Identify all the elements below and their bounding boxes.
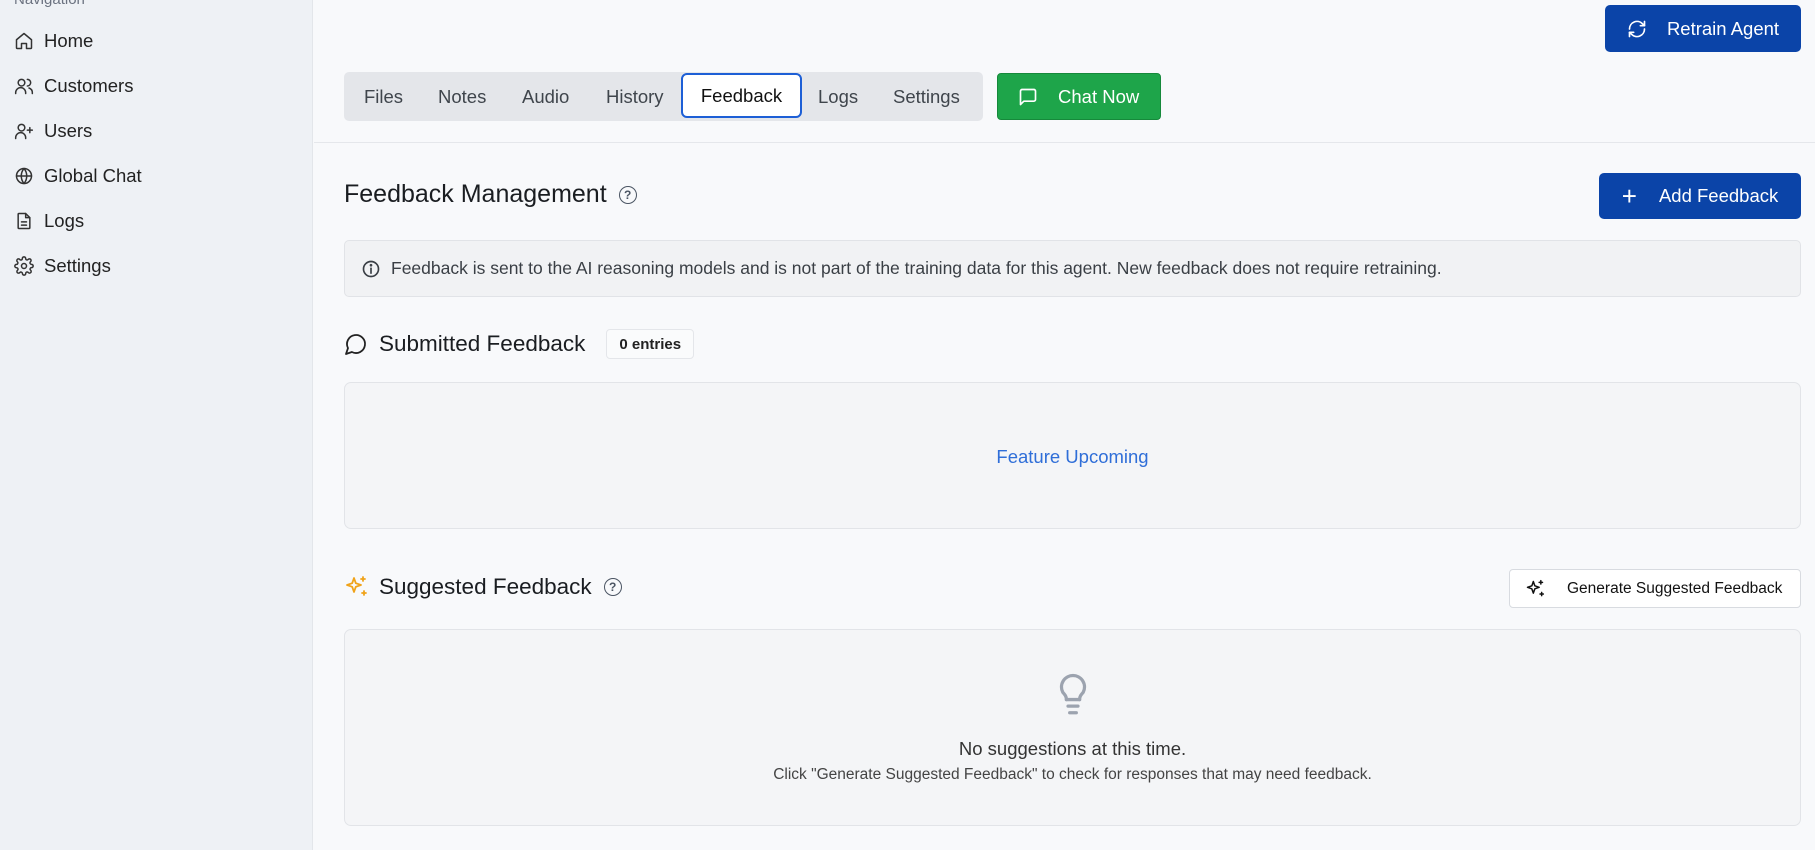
top-bar: Retrain Agent Files Notes Audio History … bbox=[314, 0, 1815, 143]
suggested-feedback-header: Suggested Feedback ? bbox=[344, 574, 622, 600]
sparkles-icon bbox=[1526, 579, 1545, 596]
nav-heading: Navigation bbox=[14, 0, 85, 8]
sidebar-item-settings[interactable]: Settings bbox=[14, 251, 111, 281]
retrain-agent-label: Retrain Agent bbox=[1666, 17, 1780, 39]
message-circle-icon bbox=[345, 334, 366, 355]
sparkles-icon bbox=[346, 576, 367, 596]
message-square-icon bbox=[1019, 88, 1037, 105]
sidebar-item-global-chat[interactable]: Global Chat bbox=[14, 161, 142, 191]
sidebar-item-label: Customers bbox=[44, 75, 134, 96]
add-feedback-label: Add Feedback bbox=[1658, 185, 1779, 206]
generate-suggested-feedback-label: Generate Suggested Feedback bbox=[1567, 579, 1783, 597]
tab-notes[interactable]: Notes bbox=[438, 72, 486, 121]
info-banner: Feedback is sent to the AI reasoning mod… bbox=[344, 240, 1801, 297]
submitted-feedback-panel: Feature Upcoming bbox=[344, 382, 1801, 529]
submitted-feedback-title: Submitted Feedback bbox=[379, 331, 586, 356]
refresh-icon bbox=[1628, 20, 1646, 37]
tab-logs[interactable]: Logs bbox=[818, 72, 858, 121]
help-icon[interactable]: ? bbox=[603, 578, 622, 596]
chat-now-button[interactable]: Chat Now bbox=[997, 73, 1161, 120]
suggested-feedback-panel: No suggestions at this time. Click "Gene… bbox=[344, 629, 1801, 826]
plus-icon: + bbox=[1621, 181, 1637, 211]
add-feedback-button[interactable]: + Add Feedback bbox=[1599, 173, 1801, 219]
tab-history[interactable]: History bbox=[606, 72, 664, 121]
sidebar-item-label: Global Chat bbox=[44, 165, 142, 186]
suggested-feedback-title: Suggested Feedback bbox=[379, 574, 592, 599]
sidebar-item-users[interactable]: Users bbox=[14, 116, 92, 146]
tab-feedback[interactable]: Feedback bbox=[681, 73, 802, 118]
home-icon bbox=[15, 32, 33, 50]
chat-now-label: Chat Now bbox=[1058, 85, 1140, 107]
globe-icon bbox=[15, 167, 33, 185]
tab-bar: Files Notes Audio History Feedback Logs … bbox=[344, 72, 983, 121]
sidebar-item-home[interactable]: Home bbox=[14, 26, 93, 56]
users-icon bbox=[14, 78, 34, 95]
generate-suggested-feedback-button[interactable]: Generate Suggested Feedback bbox=[1509, 569, 1801, 608]
tab-audio[interactable]: Audio bbox=[522, 72, 569, 121]
entries-badge: 0 entries bbox=[606, 329, 695, 359]
sidebar-item-customers[interactable]: Customers bbox=[14, 71, 133, 101]
sidebar-item-logs[interactable]: Logs bbox=[14, 206, 84, 236]
page-title: Feedback Management bbox=[344, 180, 607, 208]
main-content: Retrain Agent Files Notes Audio History … bbox=[314, 0, 1815, 850]
sidebar-item-label: Users bbox=[44, 120, 93, 141]
tab-files[interactable]: Files bbox=[364, 72, 403, 121]
submitted-feedback-header: Submitted Feedback 0 entries bbox=[344, 329, 695, 359]
sidebar-item-label: Settings bbox=[44, 255, 111, 276]
sidebar: Navigation Home Customers Users Global C… bbox=[0, 0, 313, 850]
help-icon[interactable]: ? bbox=[618, 185, 637, 204]
sidebar-item-label: Logs bbox=[44, 210, 85, 231]
sidebar-item-label: Home bbox=[44, 30, 94, 51]
file-text-icon bbox=[17, 212, 31, 230]
lightbulb-icon bbox=[1059, 673, 1086, 715]
info-text: Feedback is sent to the AI reasoning mod… bbox=[391, 258, 1442, 278]
feature-upcoming-text: Feature Upcoming bbox=[996, 446, 1149, 467]
user-plus-icon bbox=[14, 123, 34, 140]
gear-icon bbox=[14, 256, 34, 276]
page-title-row: Feedback Management ? bbox=[344, 180, 637, 209]
retrain-agent-button[interactable]: Retrain Agent bbox=[1605, 5, 1801, 52]
empty-state-description: Click "Generate Suggested Feedback" to c… bbox=[773, 766, 1372, 783]
empty-state-title: No suggestions at this time. bbox=[958, 738, 1187, 759]
tab-settings[interactable]: Settings bbox=[893, 72, 960, 121]
info-icon bbox=[362, 260, 380, 277]
